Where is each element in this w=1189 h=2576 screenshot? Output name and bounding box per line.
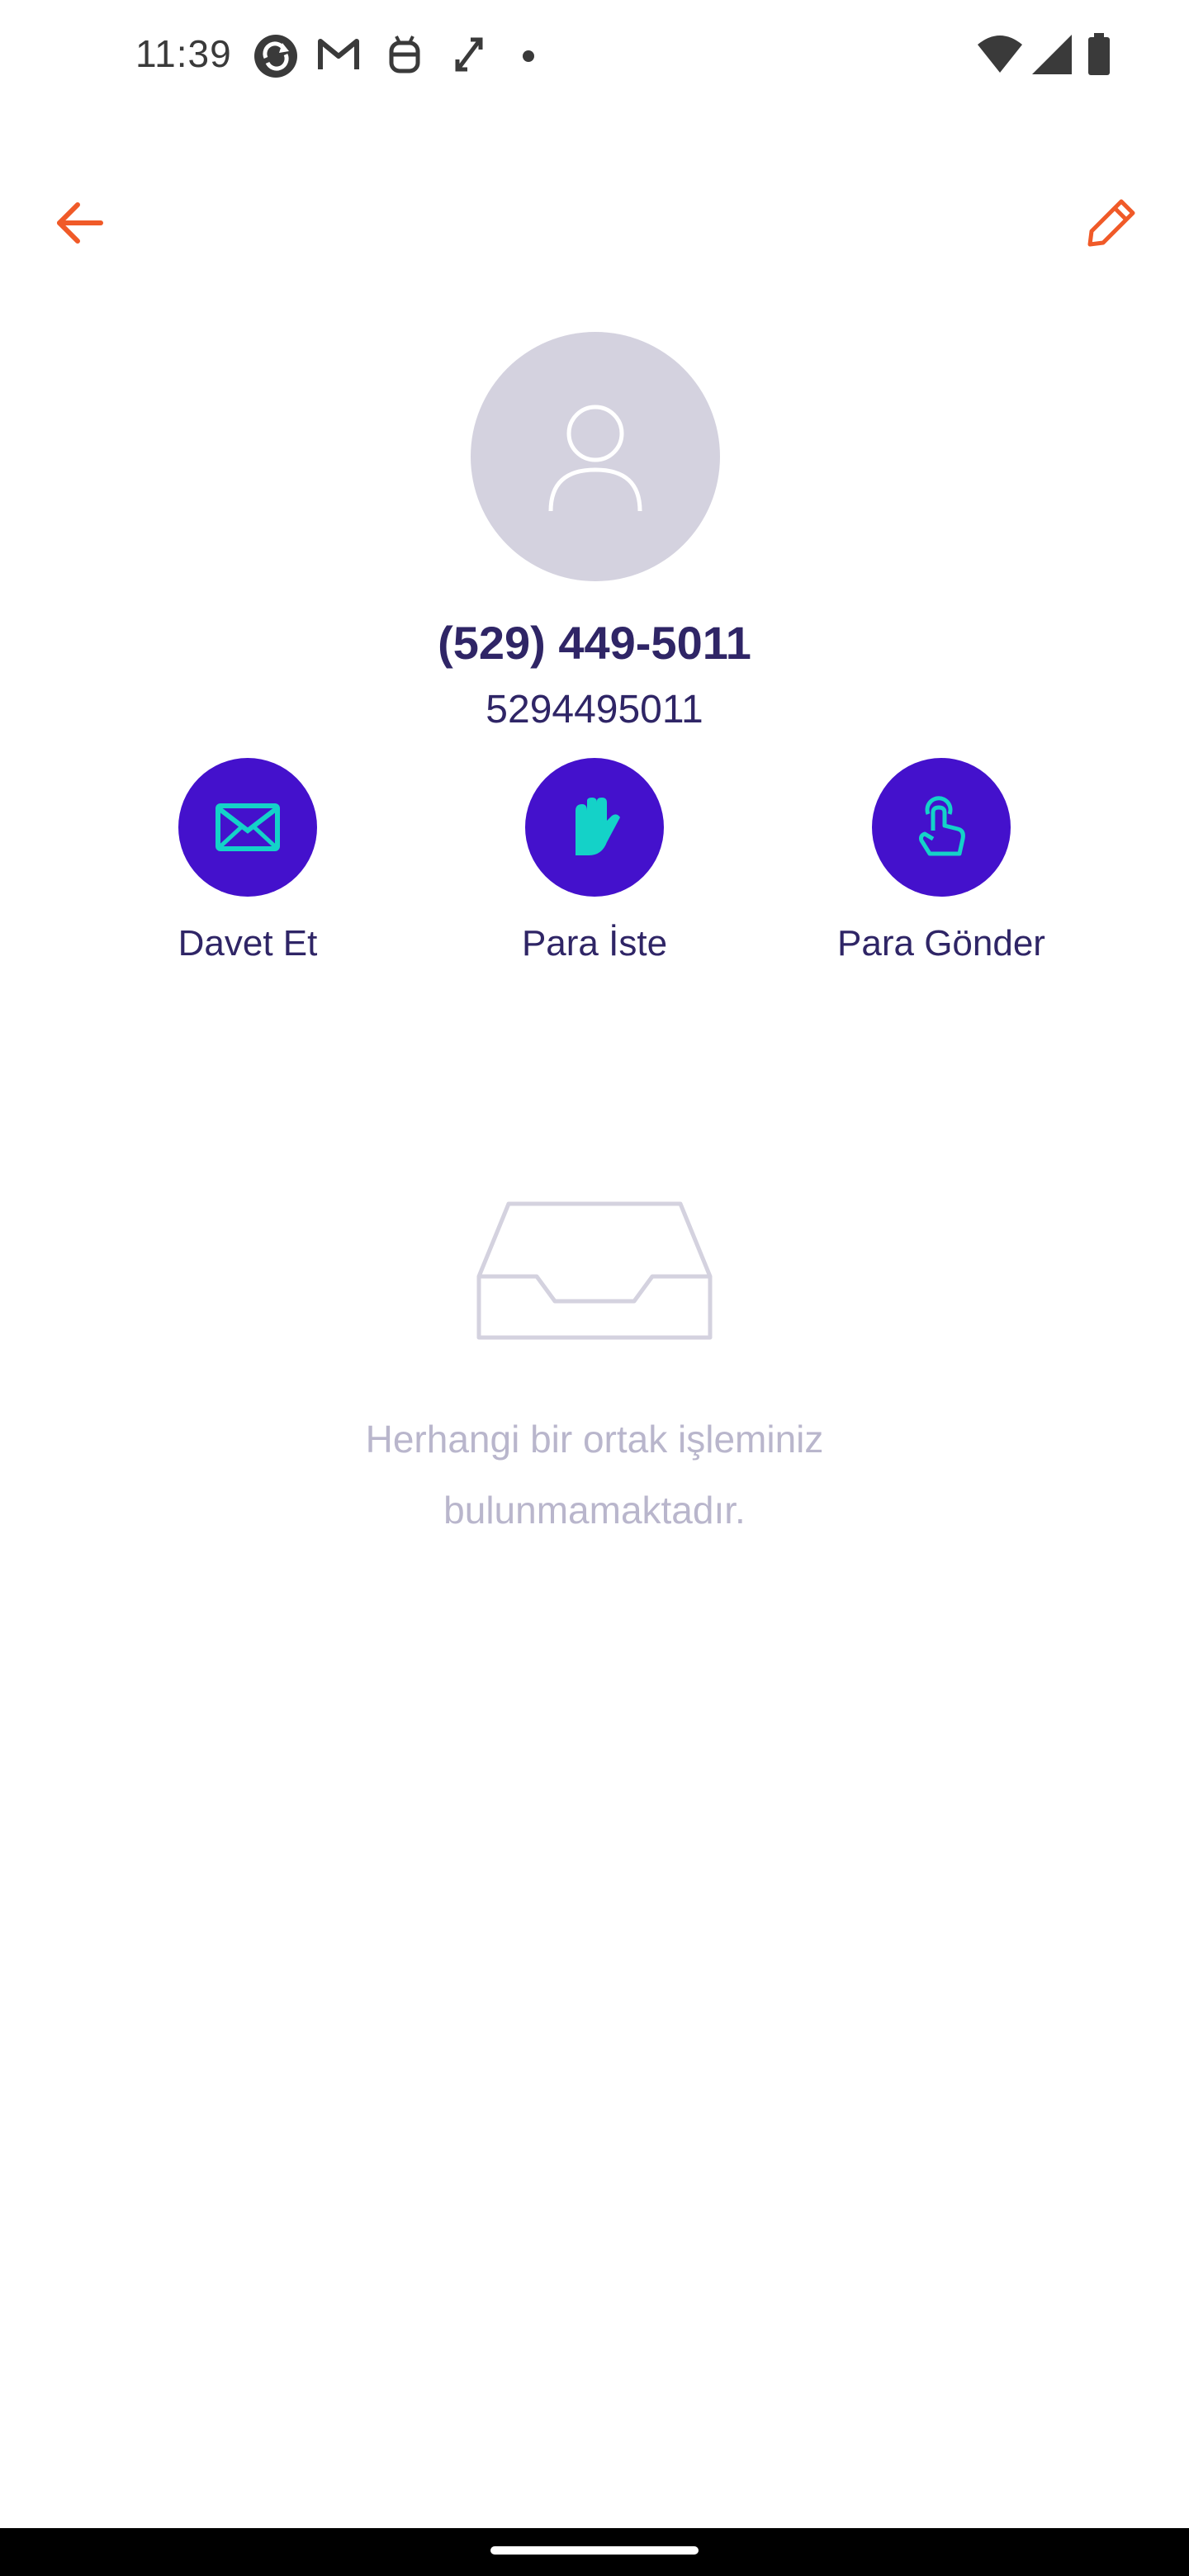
send-money-button[interactable]: Para Gönder	[809, 758, 1073, 973]
status-bar: 11:39	[0, 0, 1189, 112]
arrow-left-icon	[57, 202, 103, 244]
envelope-icon	[216, 803, 280, 851]
signal-icon	[1030, 33, 1073, 80]
back-button[interactable]	[40, 183, 119, 263]
send-money-label: Para Gönder	[837, 923, 1045, 964]
wifi-icon	[976, 33, 1024, 80]
dot-icon	[520, 48, 537, 69]
request-money-label: Para İste	[521, 923, 668, 964]
home-handle[interactable]	[490, 2546, 699, 2555]
edit-button[interactable]	[1072, 183, 1151, 263]
contact-number: 5294495011	[486, 688, 703, 732]
person-icon	[548, 405, 642, 512]
gmail-icon	[317, 33, 360, 80]
pencil-icon	[1087, 199, 1135, 247]
sync-icon	[253, 33, 299, 83]
status-time: 11:39	[135, 32, 232, 75]
invite-label: Davet Et	[178, 923, 318, 964]
invite-circle	[178, 758, 317, 897]
request-money-button[interactable]: Para İste	[462, 758, 727, 973]
invite-button[interactable]: Davet Et	[116, 758, 380, 973]
expand-icon	[451, 33, 487, 80]
empty-state-text: Herhangi bir ortak işleminiz bulunmamakt…	[365, 1418, 824, 1532]
contact-detail-screen: 11:39 (529) 449-5011 5294495011 Davet Et…	[0, 0, 1189, 2576]
hand-icon	[576, 798, 620, 855]
touch-icon	[919, 796, 965, 856]
send-money-circle	[872, 758, 1011, 897]
navigation-bar	[0, 2528, 1189, 2576]
contact-name: (529) 449-5011	[438, 617, 751, 669]
inbox-icon	[476, 1200, 713, 1341]
avatar	[471, 332, 720, 581]
android-debug-icon	[383, 33, 426, 80]
request-money-circle	[525, 758, 664, 897]
battery-icon	[1087, 33, 1111, 80]
